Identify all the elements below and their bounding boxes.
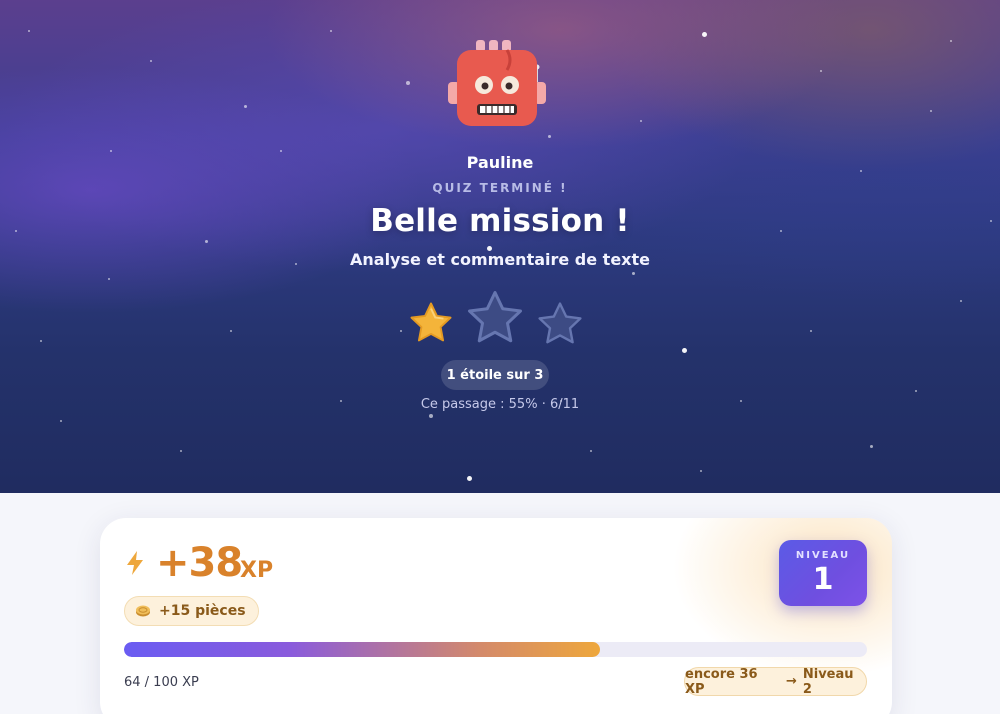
background-star	[700, 470, 702, 472]
xp-unit: XP	[240, 558, 274, 583]
background-star	[429, 414, 433, 418]
background-star	[590, 450, 592, 452]
star-filled-icon	[410, 302, 452, 342]
background-star	[230, 330, 232, 332]
coins-gained: +15 pièces	[159, 603, 246, 619]
background-star	[810, 330, 812, 332]
background-star	[150, 60, 152, 62]
next-level-badge: encore 36 XP → Niveau 2	[684, 666, 867, 697]
user-name: Pauline	[466, 153, 534, 172]
xp-progress-label: 64 / 100 XP	[124, 675, 199, 690]
lightning-icon	[127, 551, 143, 575]
xp-progress-fill	[124, 642, 600, 657]
quiz-subject: Analyse et commentaire de texte	[350, 250, 650, 269]
background-star	[950, 40, 952, 42]
robot-avatar-icon	[448, 40, 546, 126]
background-star	[110, 150, 112, 152]
background-star	[280, 150, 282, 152]
background-star	[28, 30, 30, 32]
result-title: Belle mission !	[370, 203, 630, 239]
level-label: NIVEAU	[795, 550, 851, 561]
background-star	[330, 30, 332, 32]
background-star	[244, 105, 247, 108]
passage-score: Ce passage : 55% · 6/11	[420, 397, 580, 412]
star-empty-icon	[468, 291, 522, 343]
xp-progress-bar	[124, 642, 867, 657]
background-star	[406, 81, 410, 85]
background-star	[640, 120, 642, 122]
background-star	[930, 110, 932, 112]
results-hero: Pauline QUIZ TERMINÉ ! Belle mission ! A…	[0, 0, 1000, 493]
xp-gained: +38	[156, 540, 243, 586]
xp-reward-card: +38 XP +15 pièces NIVEAU 1 64 / 100 XP e…	[100, 518, 892, 714]
background-star	[467, 476, 472, 481]
level-badge: NIVEAU 1	[779, 540, 867, 606]
background-star	[180, 450, 182, 452]
background-star	[960, 300, 962, 302]
background-star	[548, 135, 551, 138]
quiz-status: QUIZ TERMINÉ !	[432, 181, 568, 195]
coins-badge: +15 pièces	[124, 596, 259, 626]
background-star	[820, 70, 823, 73]
background-star	[702, 32, 707, 37]
background-star	[40, 340, 42, 342]
arrow-right-icon: →	[785, 674, 797, 689]
background-star	[915, 390, 917, 392]
level-number: 1	[812, 562, 834, 597]
stars-count-badge: 1 étoile sur 3	[441, 360, 549, 390]
background-star	[632, 272, 635, 275]
star-empty-icon	[538, 302, 582, 344]
background-star	[108, 278, 111, 281]
background-star	[400, 330, 402, 332]
coin-icon	[136, 605, 150, 617]
background-star	[205, 240, 208, 243]
background-star	[60, 420, 62, 422]
next-level: Niveau 2	[802, 666, 854, 697]
background-star	[870, 445, 873, 448]
xp-remaining: encore 36 XP	[685, 666, 758, 697]
background-star	[682, 348, 687, 353]
